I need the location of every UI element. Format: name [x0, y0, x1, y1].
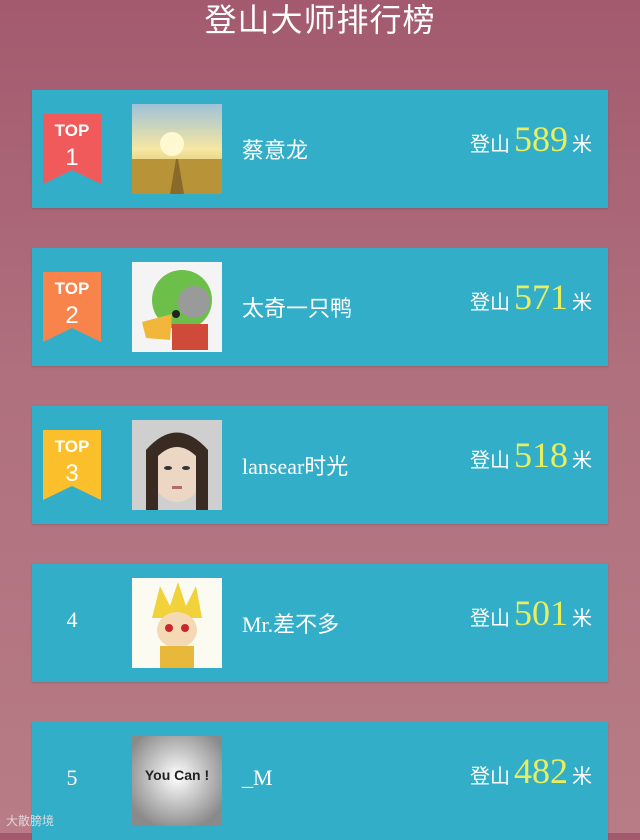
- score-value: 589: [514, 119, 568, 159]
- avatar[interactable]: You Can !: [132, 736, 222, 826]
- score-unit: 米: [572, 764, 592, 788]
- avatar[interactable]: [132, 104, 222, 194]
- watermark: 大散膀境: [6, 814, 55, 828]
- user-name: Mr.差不多: [242, 612, 340, 637]
- top-ribbon-icon: TOP 3: [43, 430, 101, 500]
- leaderboard-row[interactable]: TOP 2 太奇一只鸭 登山 571 米: [32, 248, 608, 366]
- user-name: lansear时光: [242, 454, 349, 479]
- rank-badge: TOP 2: [43, 272, 101, 342]
- score: 登山 571 米: [470, 276, 592, 332]
- top-label: TOP: [54, 279, 90, 298]
- rank-number: 2: [65, 302, 79, 329]
- leaderboard-row[interactable]: 4 Mr.差不多 登山 501 米: [32, 564, 608, 682]
- top-label: TOP: [54, 121, 90, 140]
- score-prefix: 登山: [470, 132, 510, 156]
- rank-badge: TOP 1: [43, 114, 101, 184]
- avatar[interactable]: [132, 420, 222, 510]
- user-name: 蔡意龙: [242, 138, 309, 163]
- top-ribbon-icon: TOP 2: [43, 272, 101, 342]
- score: 登山 589 米: [470, 118, 592, 174]
- score-unit: 米: [572, 606, 592, 630]
- user-name: _M: [242, 765, 273, 790]
- score-value: 518: [514, 435, 568, 475]
- score-unit: 米: [572, 290, 592, 314]
- avatar[interactable]: [132, 262, 222, 352]
- score-value: 501: [514, 593, 568, 633]
- rank-number: 3: [65, 460, 79, 487]
- top-ribbon-icon: TOP 1: [43, 114, 101, 184]
- leaderboard-row[interactable]: TOP 3 lansear时光 登山 518 米: [32, 406, 608, 524]
- score: 登山 518 米: [470, 434, 592, 490]
- score: 登山 501 米: [470, 592, 592, 648]
- score-prefix: 登山: [470, 606, 510, 630]
- user-name: 太奇一只鸭: [242, 296, 353, 321]
- score-value: 571: [514, 277, 568, 317]
- rank-badge: TOP 3: [43, 430, 101, 500]
- rank-number: 5: [66, 765, 78, 790]
- avatar-text: You Can !: [145, 767, 209, 783]
- score-unit: 米: [572, 132, 592, 156]
- rank-number: 4: [66, 607, 78, 632]
- score-prefix: 登山: [470, 764, 510, 788]
- top-label: TOP: [54, 437, 90, 456]
- page-title: 登山大师排行榜: [204, 1, 436, 39]
- score: 登山 482 米: [470, 750, 592, 806]
- score-prefix: 登山: [470, 448, 510, 472]
- score-prefix: 登山: [470, 290, 510, 314]
- avatar[interactable]: [132, 578, 222, 668]
- leaderboard-row[interactable]: 5 You Can ! _M 登山 482 米: [32, 722, 608, 840]
- score-unit: 米: [572, 448, 592, 472]
- score-value: 482: [514, 751, 568, 791]
- rank-number: 1: [65, 144, 79, 171]
- leaderboard-row[interactable]: TOP 1 蔡意龙 登山 589 米: [32, 90, 608, 208]
